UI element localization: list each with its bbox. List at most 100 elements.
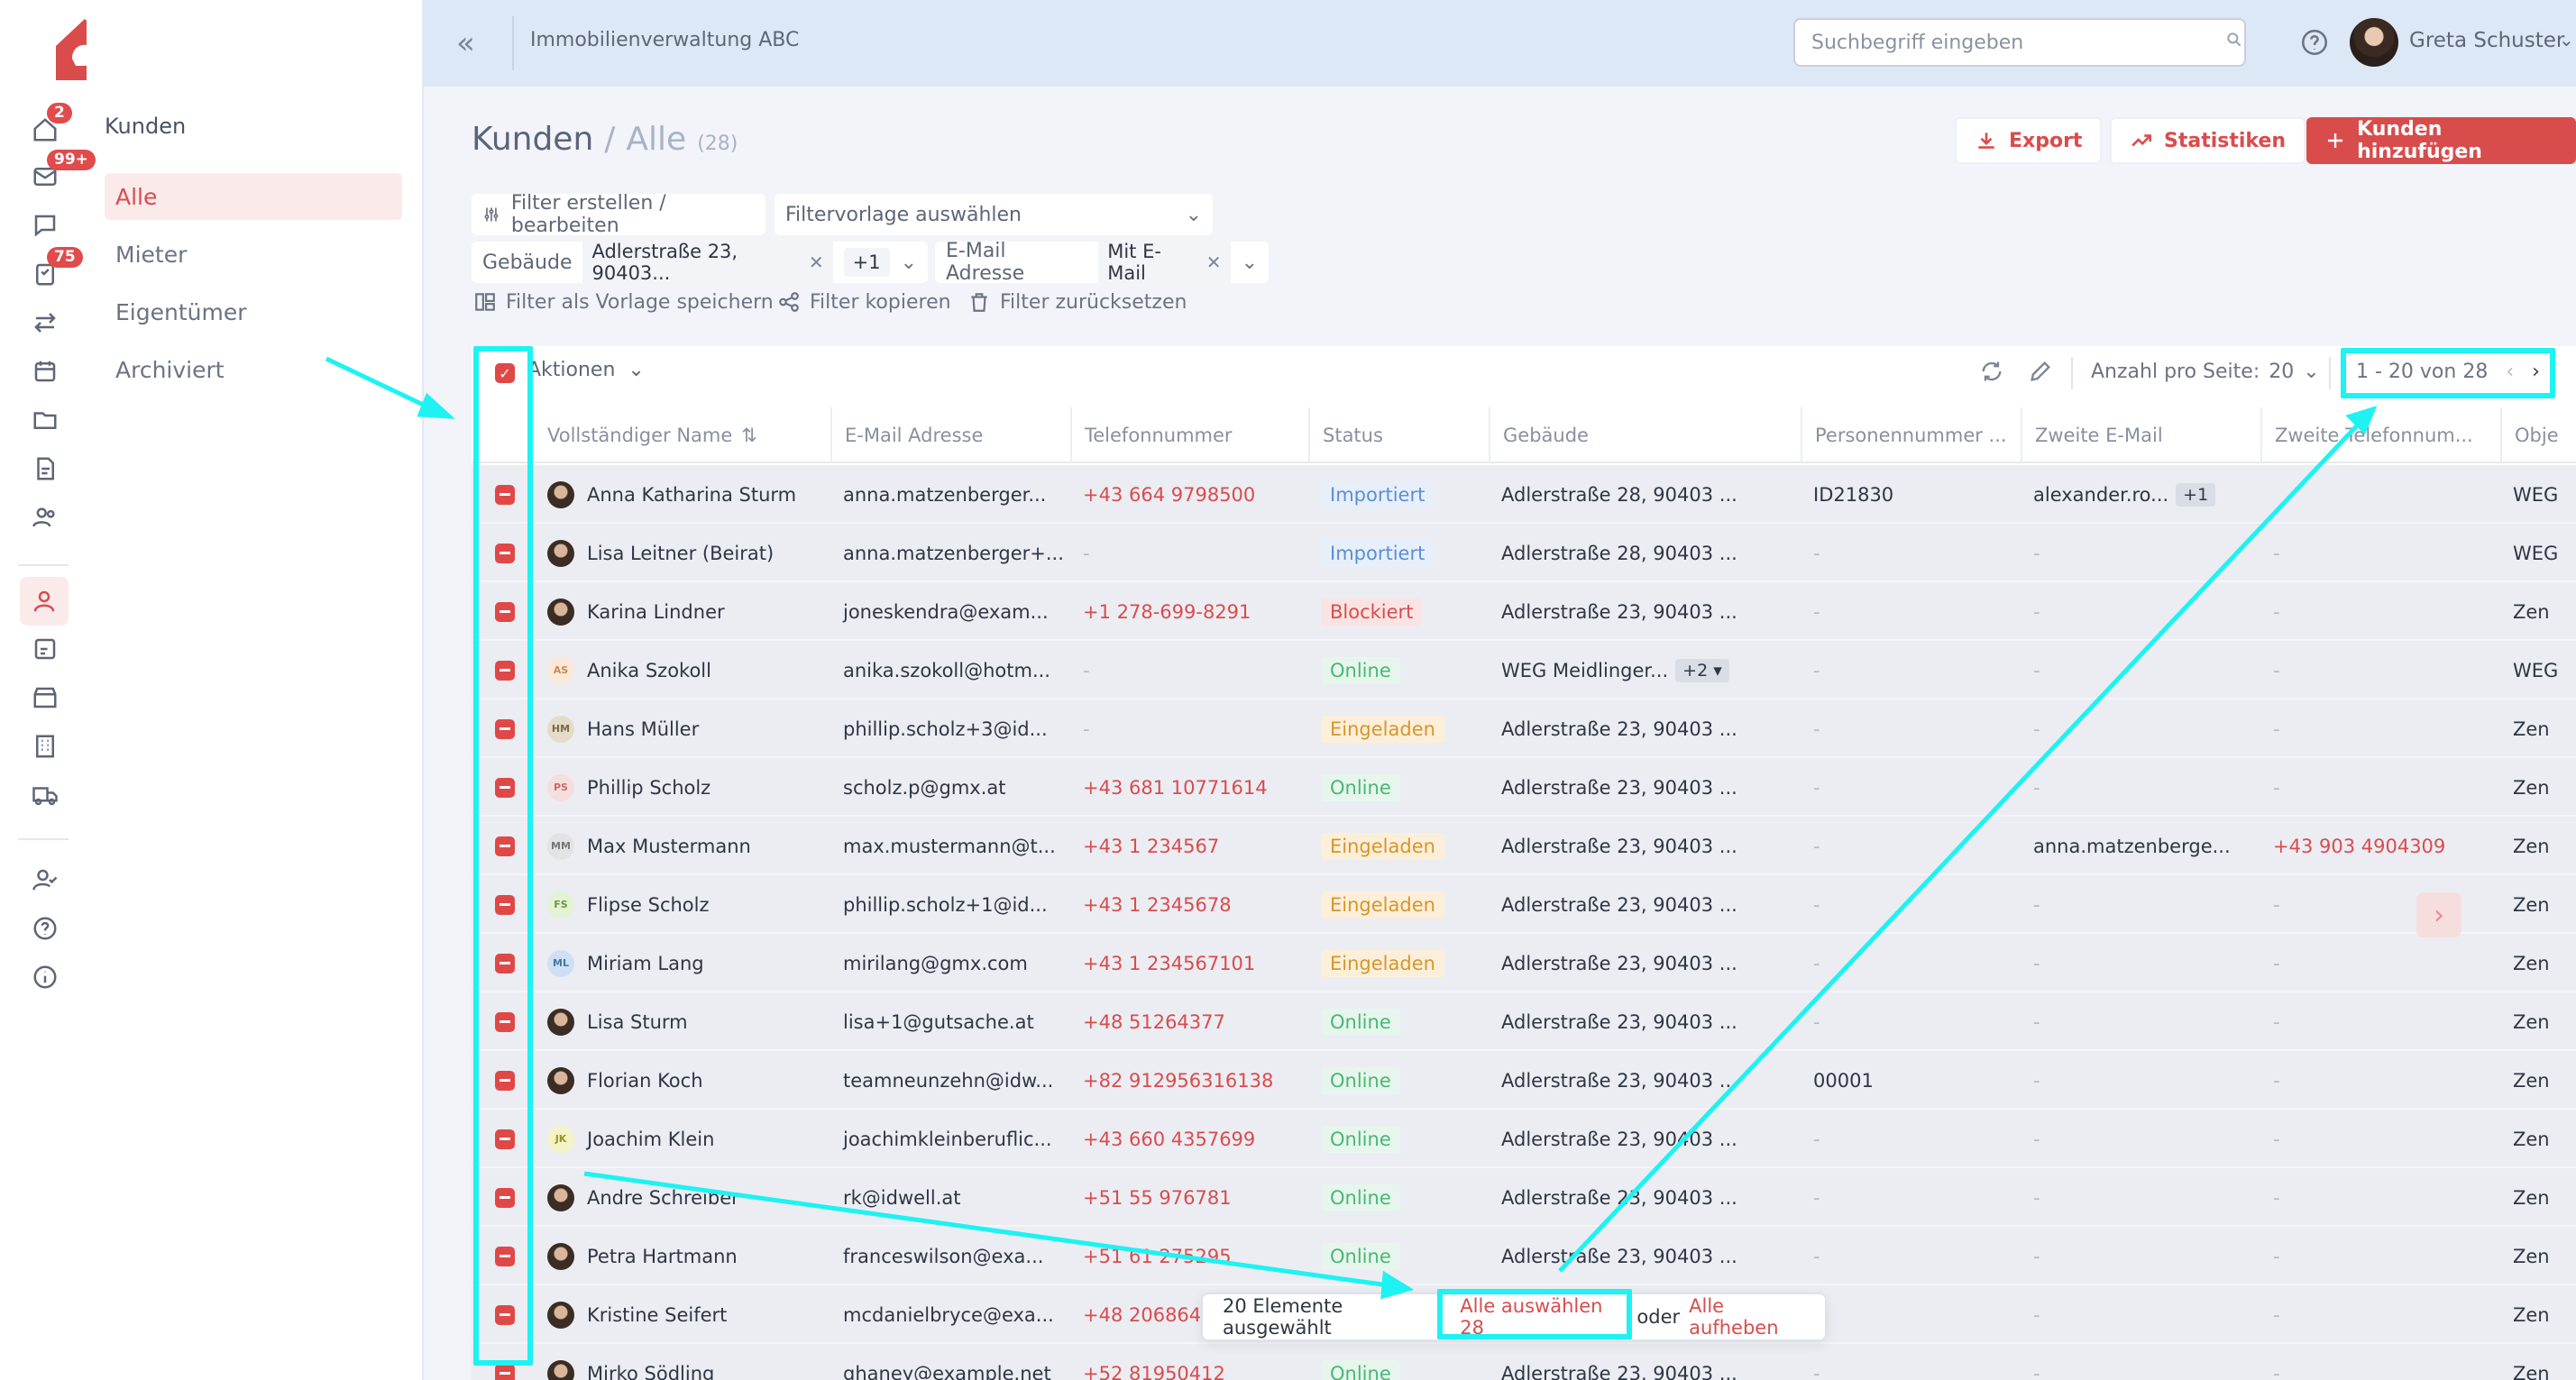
cell-name[interactable]: PS Phillip Scholz [535,758,823,817]
subnav-item-alle[interactable]: Alle [105,173,402,220]
cell-name[interactable]: Lisa Sturm [535,992,823,1051]
column-header-phone2[interactable]: Zweite Telefonnum... [2260,407,2500,463]
cell-email[interactable]: mcdanielbryce@exa... [830,1285,1068,1344]
cell-phone2[interactable]: +43 903 4904309 [2260,817,2500,875]
close-icon[interactable]: ✕ [809,251,824,273]
cell-email[interactable]: scholz.p@gmx.at [830,758,1068,817]
cell-phone[interactable]: +51 55 976781 [1070,1168,1308,1227]
subnav-item-archiviert[interactable]: Archiviert [105,346,402,393]
chevron-down-icon[interactable]: ⌄ [1242,251,1258,274]
chevron-left-icon[interactable]: ‹ [2506,361,2514,383]
cell-email[interactable]: rk@idwell.at [830,1168,1068,1227]
cell-email[interactable]: anika.szokoll@hotm... [830,641,1068,699]
scroll-right-button[interactable]: › [2416,892,2461,937]
table-row[interactable]: PS Phillip Scholz scholz.p@gmx.at +43 681 1… [472,758,2576,817]
cell-email[interactable]: franceswilson@exa... [830,1227,1068,1285]
cell-pnr[interactable]: - [1801,524,2021,582]
cell-email[interactable]: anna.matzenberger+... [830,524,1068,582]
cell-pnr[interactable]: - [1801,875,2021,934]
collapse-sidebar-icon[interactable]: « [456,25,475,61]
store-icon[interactable] [27,680,63,716]
cell-building[interactable]: Adlerstraße 23, 90403 ... [1489,1051,1801,1110]
cell-name[interactable]: Florian Koch [535,1051,823,1110]
user-name[interactable]: Greta Schuster [2409,29,2564,52]
cell-building[interactable]: Adlerstraße 28, 90403 ... [1489,465,1801,524]
user-avatar[interactable] [2350,18,2398,67]
cell-email2[interactable]: - [2021,524,2260,582]
cell-obj[interactable]: Zen [2500,934,2576,992]
cell-building[interactable]: Adlerstraße 23, 90403 ... [1489,875,1801,934]
chevron-right-icon[interactable]: › [2532,361,2540,383]
cell-email2[interactable]: - [2021,1285,2260,1344]
filter-template-select[interactable]: Filtervorlage auswählen ⌄ [775,194,1213,235]
cell-pnr[interactable]: - [1801,1344,2021,1380]
table-row[interactable]: MM Max Mustermann max.mustermann@t... +43 1… [472,817,2576,875]
tasks-icon[interactable]: 75 [27,247,83,292]
cell-obj[interactable]: Zen [2500,992,2576,1051]
subnav-item-eigentuemer[interactable]: Eigentümer [105,288,402,335]
document-icon[interactable] [27,451,63,487]
table-row[interactable]: Andre Schreiber rk@idwell.at +51 55 976781… [472,1168,2576,1227]
chat-icon[interactable] [27,207,63,243]
select-all-checkbox[interactable]: ✓ [495,363,515,383]
table-row[interactable]: Petra Hartmann franceswilson@exa... +51 61… [472,1227,2576,1285]
column-header-person-number[interactable]: Personennummer ... [1801,407,2021,463]
cell-pnr[interactable]: - [1801,1110,2021,1168]
chevron-down-icon[interactable]: ⌄ [901,251,917,274]
cell-email2[interactable]: - [2021,582,2260,641]
cell-phone2[interactable]: - [2260,1051,2500,1110]
cell-name[interactable]: ML Miriam Lang [535,934,823,992]
building-filter-more[interactable]: +1 [843,248,890,277]
cell-phone2[interactable]: - [2260,875,2500,934]
folder-icon[interactable] [27,402,63,438]
cell-phone2[interactable]: - [2260,524,2500,582]
cell-obj[interactable]: Zen [2500,699,2576,758]
cell-obj[interactable]: WEG [2500,465,2576,524]
cell-building[interactable]: Adlerstraße 23, 90403 ... [1489,992,1801,1051]
table-row[interactable]: JK Joachim Klein joachimkleinberuflic... +4… [472,1110,2576,1168]
cell-email[interactable]: joachimkleinberuflic... [830,1110,1068,1168]
email-filter[interactable]: E-Mail Adresse Mit E-Mail ✕ ⌄ [935,237,1269,288]
column-header-phone[interactable]: Telefonnummer [1070,407,1308,463]
column-header-email[interactable]: E-Mail Adresse [830,407,1068,463]
building-icon[interactable] [27,728,63,764]
cell-name[interactable]: Andre Schreiber [535,1168,823,1227]
cell-phone[interactable]: - [1070,524,1308,582]
cell-name[interactable]: Kristine Seifert [535,1285,823,1344]
cell-pnr[interactable]: - [1801,1168,2021,1227]
column-header-status[interactable]: Status [1308,407,1489,463]
cell-phone[interactable]: +48 51264377 [1070,992,1308,1051]
calendar-icon[interactable] [27,353,63,389]
cell-name[interactable]: MM Max Mustermann [535,817,823,875]
home-icon[interactable]: 2 [27,103,72,148]
building-filter[interactable]: Gebäude Adlerstraße 23, 90403... ✕ +1 ⌄ [472,237,928,288]
cell-pnr[interactable]: ID21830 [1801,465,2021,524]
transfer-icon[interactable] [27,305,63,341]
table-row[interactable]: AS Anika Szokoll anika.szokoll@hotm... - Onl… [472,641,2576,699]
cell-name[interactable]: HM Hans Müller [535,699,823,758]
info-icon[interactable] [27,959,63,995]
column-header-name[interactable]: Vollständiger Name ⇅ [535,407,760,463]
users-icon[interactable] [27,499,63,535]
cell-pnr[interactable]: - [1801,992,2021,1051]
copy-filter-button[interactable]: Filter kopieren [777,290,951,314]
cell-phone[interactable]: - [1070,641,1308,699]
refresh-icon[interactable] [1979,359,2004,384]
cell-email2[interactable]: - [2021,1344,2260,1380]
cell-obj[interactable]: Zen [2500,582,2576,641]
cell-name[interactable]: FS Flipse Scholz [535,875,823,934]
cell-email2[interactable]: - [2021,934,2260,992]
cell-pnr[interactable]: - [1801,699,2021,758]
cell-phone2[interactable]: - [2260,992,2500,1051]
help-icon[interactable] [2299,27,2330,58]
table-row[interactable]: Lisa Leitner (Beirat) anna.matzenberger+.… [472,524,2576,582]
reset-filter-button[interactable]: Filter zurücksetzen [967,290,1187,314]
cell-pnr[interactable]: 00001 [1801,1051,2021,1110]
cell-phone2[interactable]: - [2260,1168,2500,1227]
user-check-icon[interactable] [27,862,63,898]
cell-obj[interactable]: Zen [2500,1285,2576,1344]
cell-name[interactable]: AS Anika Szokoll [535,641,823,699]
cell-building[interactable]: Adlerstraße 23, 90403 ... [1489,1110,1801,1168]
filter-edit-button[interactable]: Filter erstellen / bearbeiten [472,192,765,237]
cell-email2[interactable]: - [2021,1227,2260,1285]
